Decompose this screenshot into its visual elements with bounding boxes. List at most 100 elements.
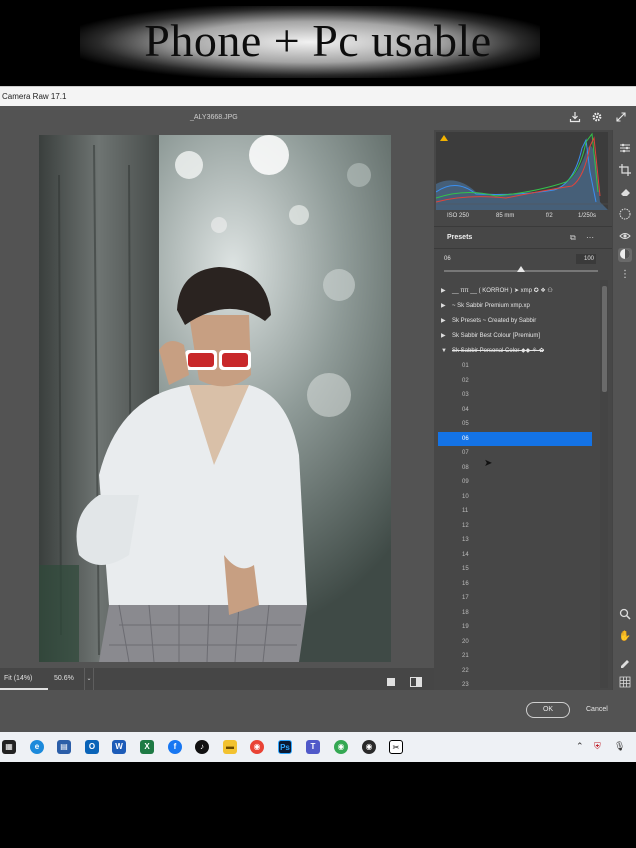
cancel-button[interactable]: Cancel xyxy=(586,702,612,718)
edge-icon[interactable]: e xyxy=(30,740,44,754)
preset-item[interactable]: 01 xyxy=(438,359,602,374)
preset-group-label: ~ Sk Sabbir Premium xmp.xp xyxy=(452,303,530,309)
mouse-cursor: ➤ xyxy=(484,458,493,469)
exif-iso: ISO 250 xyxy=(447,213,470,219)
preset-item[interactable]: 17 xyxy=(438,591,602,606)
before-after-icon[interactable] xyxy=(410,674,422,687)
camera-raw-app: _ALY3668.JPG Fit (14%) 50.6% ⌄ ISO 250 8… xyxy=(0,106,636,732)
preset-item[interactable]: 22 xyxy=(438,664,602,679)
preset-amount-input[interactable]: 100 xyxy=(576,254,596,264)
outlook-icon[interactable]: O xyxy=(85,740,99,754)
tiktok-icon[interactable]: ♪ xyxy=(195,740,209,754)
zoom-level[interactable]: 50.6% xyxy=(54,675,74,682)
preset-group[interactable]: ▶ __ ππ __ ( KORROH ) ➤ xmp ✪ ❖ ⚇ xyxy=(438,284,602,299)
more-icon[interactable]: ⋮ xyxy=(618,268,632,282)
download-icon[interactable] xyxy=(568,111,582,125)
preset-group[interactable]: ▼ Sk Sabbir Personal Color ◆◆ ⚘ ✿ xyxy=(438,344,602,359)
preset-group[interactable]: ▶ Sk Presets ~ Created by Sabbir xyxy=(438,314,602,329)
view-bar: Fit (14%) 50.6% ⌄ xyxy=(0,668,434,690)
dialog-footer: OK Cancel xyxy=(0,690,636,732)
preset-item[interactable]: 21 xyxy=(438,649,602,664)
triangle-right-icon[interactable]: ▶ xyxy=(441,284,446,299)
store-icon[interactable]: ▤ xyxy=(57,740,71,754)
banner: Phone + Pc usable xyxy=(0,0,636,84)
color-sampler-icon[interactable] xyxy=(618,656,632,670)
triangle-right-icon[interactable]: ▶ xyxy=(441,314,446,329)
preset-group-label: Sk Sabbir Best Colour [Premium] xyxy=(452,333,541,339)
preset-item[interactable]: 13 xyxy=(438,533,602,548)
amount-slider-thumb[interactable] xyxy=(517,266,525,272)
windows-start-icon[interactable]: ▦ xyxy=(2,740,16,754)
preset-item[interactable]: 08 xyxy=(438,461,602,476)
preset-item[interactable]: 05 xyxy=(438,417,602,432)
capcut-icon[interactable]: ✂ xyxy=(389,740,403,754)
eraser-icon[interactable] xyxy=(618,186,632,200)
exif-shutter: 1/250s xyxy=(578,213,597,219)
document-filename: _ALY3668.JPG xyxy=(190,114,238,121)
triangle-right-icon[interactable]: ▶ xyxy=(441,329,446,344)
new-preset-icon[interactable]: ⧉ xyxy=(570,233,576,243)
preset-item[interactable]: 10 xyxy=(438,490,602,505)
preset-item[interactable]: 03 xyxy=(438,388,602,403)
grid-icon[interactable] xyxy=(618,676,632,690)
edit-sliders-icon[interactable] xyxy=(618,142,632,156)
chrome-profile-icon[interactable]: ◉ xyxy=(334,740,348,754)
word-icon[interactable]: W xyxy=(112,740,126,754)
chrome-icon[interactable]: ◉ xyxy=(250,740,264,754)
crop-icon[interactable] xyxy=(618,164,632,178)
security-icon[interactable]: ⛨ xyxy=(594,741,601,752)
preset-item[interactable]: 14 xyxy=(438,548,602,563)
taskbar: ▦ e ▤ O W X f ♪ ▬ ◉ Ps T ◉ ◉ ✂ ⌃ ⛨ 🎙 xyxy=(0,732,636,762)
preset-item[interactable]: 09 xyxy=(438,475,602,490)
chevron-down-icon[interactable]: ⌄ xyxy=(84,668,94,690)
preset-item[interactable]: 11 xyxy=(438,504,602,519)
facebook-icon[interactable]: f xyxy=(168,740,182,754)
masking-icon[interactable] xyxy=(618,208,632,222)
preset-group[interactable]: ▶ ~ Sk Sabbir Premium xmp.xp xyxy=(438,299,602,314)
top-bar: _ALY3668.JPG xyxy=(0,106,636,130)
hand-icon[interactable]: ✋ xyxy=(618,630,632,644)
chrome-notification-icon[interactable]: ◉ xyxy=(362,740,376,754)
preset-item[interactable]: 16 xyxy=(438,577,602,592)
redeye-icon[interactable] xyxy=(618,230,632,244)
preset-item[interactable]: 15 xyxy=(438,562,602,577)
exif-info: ISO 250 85 mm f/2 1/250s xyxy=(434,210,612,224)
preset-group[interactable]: ▶ Sk Sabbir Best Colour [Premium] xyxy=(438,329,602,344)
preview-photo[interactable] xyxy=(39,135,391,662)
preset-group-label: Sk Sabbir Personal Color ◆◆ ⚘ ✿ xyxy=(452,348,545,354)
preset-item[interactable]: 18 xyxy=(438,606,602,621)
scrollbar-thumb[interactable] xyxy=(602,286,607,392)
presets-icon[interactable] xyxy=(618,248,632,262)
teams-icon[interactable]: T xyxy=(306,740,320,754)
banner-title: Phone + Pc usable xyxy=(144,15,492,66)
chevron-up-icon[interactable]: ⌃ xyxy=(576,741,584,752)
window-title: Camera Raw 17.1 xyxy=(2,92,67,101)
ok-button[interactable]: OK xyxy=(526,702,570,718)
expand-icon[interactable] xyxy=(614,111,628,125)
preset-item[interactable]: 06 xyxy=(438,431,592,446)
preset-item[interactable]: 07 xyxy=(438,446,602,461)
excel-icon[interactable]: X xyxy=(140,740,154,754)
preset-item[interactable]: 20 xyxy=(438,635,602,650)
shadow-clipping-warning-icon[interactable] xyxy=(440,135,448,141)
single-view-icon[interactable] xyxy=(386,674,396,686)
preset-scrollbar[interactable] xyxy=(600,280,608,688)
photoshop-icon[interactable]: Ps xyxy=(278,740,292,754)
preset-item[interactable]: 23 xyxy=(438,678,602,688)
preset-item[interactable]: 02 xyxy=(438,374,602,389)
canvas-area[interactable] xyxy=(0,130,434,668)
preset-item[interactable]: 04 xyxy=(438,403,602,418)
right-panel: ISO 250 85 mm f/2 1/250s Presets ⧉ ⋯ 06 … xyxy=(434,130,612,690)
microphone-icon[interactable]: 🎙 xyxy=(614,741,625,752)
divider xyxy=(434,248,612,249)
triangle-down-icon[interactable]: ▼ xyxy=(441,344,447,359)
zoom-icon[interactable] xyxy=(618,608,632,622)
file-explorer-icon[interactable]: ▬ xyxy=(223,740,237,754)
preset-list: ▶ __ ππ __ ( KORROH ) ➤ xmp ✪ ❖ ⚇ ▶ ~ Sk Sa… xyxy=(438,284,602,688)
preset-item[interactable]: 19 xyxy=(438,620,602,635)
more-options-icon[interactable]: ⋯ xyxy=(586,233,594,242)
triangle-right-icon[interactable]: ▶ xyxy=(441,299,446,314)
gear-icon[interactable] xyxy=(590,111,604,125)
preset-item[interactable]: 12 xyxy=(438,519,602,534)
fit-zoom-button[interactable]: Fit (14%) xyxy=(4,675,32,682)
